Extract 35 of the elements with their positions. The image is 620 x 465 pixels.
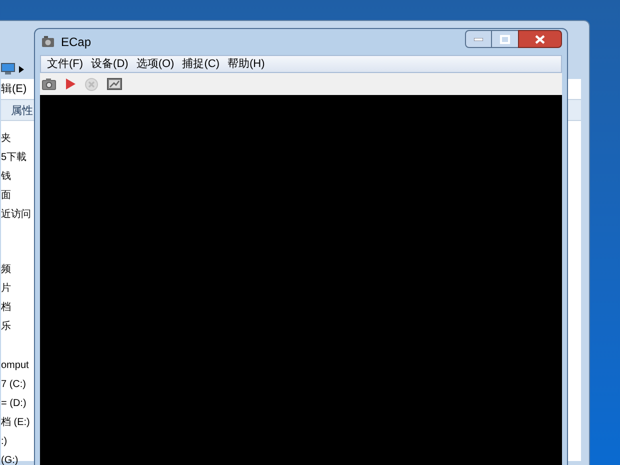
minimize-icon [474, 38, 483, 40]
menu-item[interactable]: 文件(F) [43, 56, 88, 72]
menu-item[interactable]: 选项(O) [132, 56, 178, 72]
play-icon[interactable] [65, 78, 76, 90]
app-icon [41, 35, 55, 49]
toolbar-item[interactable]: 属性 [11, 103, 33, 120]
nav-item[interactable]: omput [1, 356, 29, 375]
maximize-button[interactable] [492, 30, 518, 48]
nav-item[interactable]: 7 (C:) [1, 375, 26, 394]
nav-item[interactable]: 片 [1, 279, 11, 298]
nav-item[interactable]: 近访问 [1, 205, 31, 224]
nav-item[interactable]: 档 (E:) [1, 413, 30, 432]
nav-item[interactable]: 夹 [1, 129, 11, 148]
menu-item[interactable]: 辑(E) [1, 81, 27, 98]
nav-item[interactable]: :) [1, 432, 8, 451]
menu-item[interactable]: 帮助(H) [224, 56, 269, 72]
caret-icon [19, 66, 24, 72]
minimize-button[interactable] [465, 30, 492, 48]
close-icon [535, 34, 545, 44]
nav-item[interactable]: 频 [1, 260, 11, 279]
menu-item[interactable]: 捕捉(C) [178, 56, 224, 72]
nav-item[interactable]: 面 [1, 186, 11, 205]
image-icon[interactable] [107, 78, 122, 90]
nav-item[interactable]: 5下載 [1, 148, 27, 167]
nav-item[interactable]: = (D:) [1, 394, 26, 413]
close-button[interactable] [518, 30, 562, 48]
menu-item[interactable]: 设备(D) [87, 56, 132, 72]
nav-item[interactable]: 钱 [1, 167, 11, 186]
window-title: ECap [61, 34, 92, 51]
camera-icon[interactable] [42, 78, 56, 90]
maximize-icon [500, 34, 510, 44]
nav-item[interactable]: (G:) [1, 451, 18, 465]
nav-item[interactable]: 档 [1, 298, 11, 317]
nav-item[interactable]: 乐 [1, 317, 11, 336]
computer-icon [1, 63, 15, 75]
